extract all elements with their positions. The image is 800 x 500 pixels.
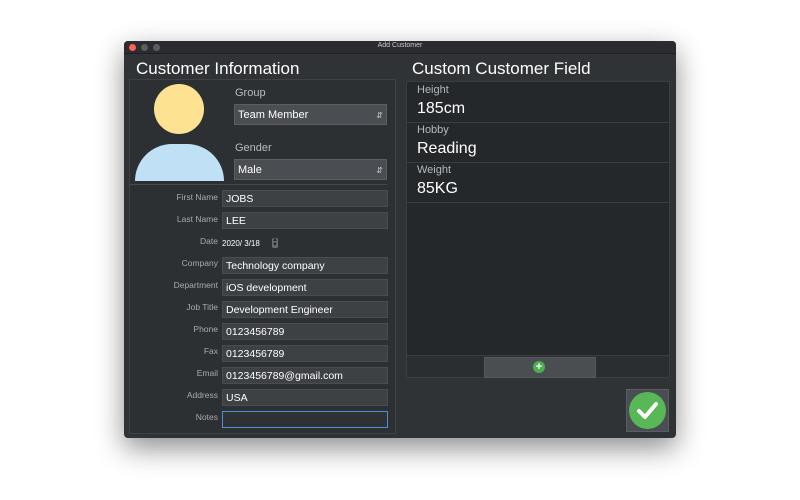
- form-divider: [129, 184, 387, 185]
- notes-field[interactable]: [222, 411, 388, 428]
- custom-field-value: 85KG: [417, 180, 458, 197]
- add-customer-window: Add Customer Customer Information Group …: [124, 41, 676, 438]
- group-select[interactable]: Team Member ⇵: [234, 104, 387, 125]
- plus-circle-icon: +: [533, 361, 545, 373]
- job-title-label: Job Title: [186, 302, 218, 312]
- group-label: Group: [235, 87, 266, 99]
- custom-field-footer: +: [406, 355, 670, 378]
- confirm-button[interactable]: [626, 389, 669, 432]
- custom-field-label: Height: [417, 84, 449, 96]
- address-label: Address: [186, 390, 218, 400]
- person-avatar-icon: [154, 84, 204, 134]
- job-title-field[interactable]: Development Engineer: [222, 301, 388, 318]
- fax-field[interactable]: 0123456789: [222, 345, 388, 362]
- list-item[interactable]: Height 185cm: [407, 82, 669, 123]
- first-name-label: First Name: [176, 192, 218, 202]
- gender-label: Gender: [235, 142, 272, 154]
- last-name-field[interactable]: LEE: [222, 212, 388, 229]
- phone-label: Phone: [193, 324, 218, 334]
- chevron-updown-icon: ⇵: [376, 111, 383, 120]
- custom-field-value: Reading: [417, 140, 477, 157]
- chevron-updown-icon: ⇵: [376, 166, 383, 175]
- phone-field[interactable]: 0123456789: [222, 323, 388, 340]
- notes-label: Notes: [195, 412, 218, 422]
- email-field[interactable]: 0123456789@gmail.com: [222, 367, 388, 384]
- first-name-field[interactable]: JOBS: [222, 190, 388, 207]
- department-field[interactable]: iOS development: [222, 279, 388, 296]
- custom-field-list[interactable]: Height 185cm Hobby Reading Weight 85KG: [406, 81, 670, 357]
- gender-select-value: Male: [238, 164, 262, 176]
- date-label: Date: [200, 236, 218, 246]
- address-field[interactable]: USA: [222, 389, 388, 406]
- date-value[interactable]: 2020/ 3/18: [222, 239, 260, 248]
- customer-information-heading: Customer Information: [136, 59, 300, 78]
- checkmark-icon: [629, 392, 666, 429]
- custom-field-label: Weight: [417, 164, 452, 176]
- gender-select[interactable]: Male ⇵: [234, 159, 387, 180]
- add-custom-field-button[interactable]: +: [484, 357, 596, 378]
- list-item[interactable]: Weight 85KG: [407, 162, 669, 203]
- company-label: Company: [181, 258, 218, 268]
- company-field[interactable]: Technology company: [222, 257, 388, 274]
- last-name-label: Last Name: [176, 214, 218, 224]
- list-item[interactable]: Hobby Reading: [407, 122, 669, 163]
- custom-field-value: 185cm: [417, 100, 466, 117]
- fax-label: Fax: [203, 346, 218, 356]
- custom-field-label: Hobby: [417, 124, 449, 136]
- email-label: Email: [196, 368, 218, 378]
- group-select-value: Team Member: [238, 109, 309, 121]
- title-bar: Add Customer: [124, 41, 676, 54]
- checkmark-glyph: [637, 402, 658, 419]
- custom-customer-field-heading: Custom Customer Field: [412, 59, 591, 78]
- window-title: Add Customer: [377, 42, 423, 49]
- date-stepper-icon[interactable]: ▲ ▼: [272, 237, 278, 248]
- department-label: Department: [173, 280, 218, 290]
